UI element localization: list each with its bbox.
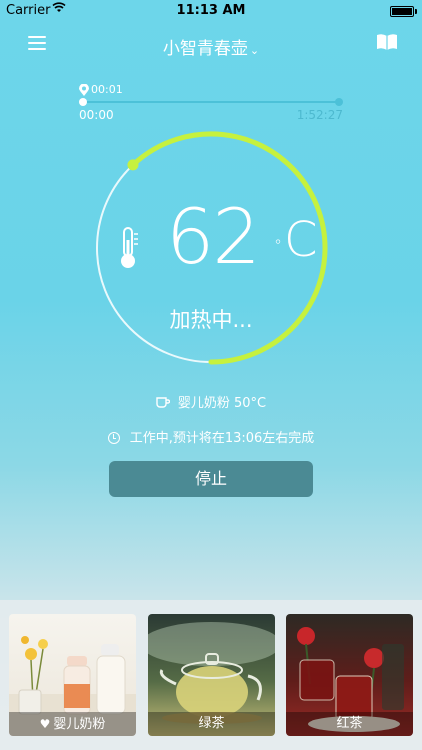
dial-knob	[127, 159, 139, 171]
end-time: 1:52:27	[296, 108, 343, 122]
progress-end-dot	[335, 98, 343, 106]
preset-name-milk: 婴儿奶粉	[53, 717, 106, 732]
preset-card-green-tea[interactable]: 绿茶	[148, 614, 275, 736]
progress-start-handle[interactable]	[79, 98, 87, 106]
heart-icon: ♥	[39, 717, 51, 731]
battery-icon	[390, 6, 417, 17]
chevron-down-icon: ⌄	[249, 44, 260, 57]
temperature-unit: °C	[274, 212, 318, 268]
preset-card-milk[interactable]: ♥ 婴儿奶粉	[9, 614, 136, 736]
stop-button[interactable]: 停止	[109, 461, 313, 497]
book-icon[interactable]	[376, 33, 398, 51]
start-time: 00:00	[79, 108, 114, 122]
preset-name-green-tea: 绿茶	[198, 716, 225, 731]
location-pin-icon	[79, 82, 89, 96]
status-time: 11:13 AM	[176, 3, 246, 18]
mode-info: 婴儿奶粉 50°C	[0, 392, 422, 411]
temperature-unit-label: C	[284, 212, 318, 268]
device-title-label: 小智青春壶	[162, 39, 248, 59]
time-progress[interactable]: 00:01 00:00 1:52:27	[79, 82, 343, 122]
heating-state: 加热中...	[169, 308, 253, 332]
preset-card-black-tea[interactable]: 红茶	[286, 614, 413, 736]
thermometer-icon	[116, 226, 144, 270]
preset-label-green-tea: 绿茶	[148, 712, 275, 736]
nav-bar: 小智青春壶 ⌄	[0, 30, 422, 60]
preset-name-black-tea: 红茶	[336, 716, 363, 731]
preset-label-black-tea: 红茶	[286, 712, 413, 736]
eta-info: 工作中,预计将在13:06左右完成	[0, 427, 422, 446]
device-title[interactable]: 小智青春壶 ⌄	[0, 34, 422, 59]
mode-text: 婴儿奶粉 50°C	[177, 396, 267, 411]
clock-icon	[107, 432, 120, 444]
preset-cards: ♥ 婴儿奶粉 绿茶 红茶	[0, 600, 422, 750]
current-marker-time: 00:01	[91, 83, 123, 96]
cup-icon	[156, 397, 170, 408]
progress-track	[82, 101, 340, 103]
preset-label-milk: ♥ 婴儿奶粉	[9, 712, 136, 736]
temperature-value: 62	[166, 192, 261, 281]
status-bar: Carrier 11:13 AM	[0, 0, 422, 22]
eta-text: 工作中,预计将在13:06左右完成	[129, 431, 315, 446]
